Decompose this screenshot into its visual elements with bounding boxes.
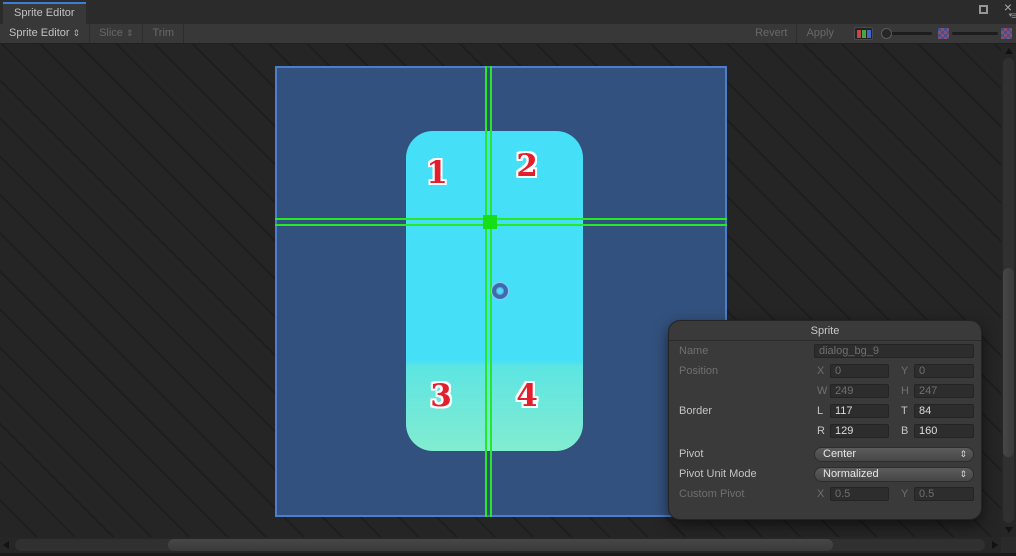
tab-sprite-editor[interactable]: Sprite Editor [3, 2, 86, 24]
sprite-editor-mode-dropdown[interactable]: Sprite Editor ⇕ [0, 24, 91, 43]
border-lt-row: Border L T [669, 401, 981, 421]
red-channel-icon [856, 29, 861, 38]
width-input [830, 384, 889, 398]
scroll-right-arrow-icon[interactable] [992, 541, 998, 549]
pivot-unit-mode-row: Pivot Unit Mode Normalized ⇕ [669, 464, 981, 484]
border-guide-top[interactable] [275, 218, 727, 220]
custom-pivot-x-label: X [817, 488, 825, 500]
pivot-marker[interactable] [492, 283, 508, 299]
quadrant-label-2: 2 [516, 148, 538, 184]
custom-pivot-y-input [914, 487, 974, 501]
sprite-editor-window: Sprite Editor × ▾≡ Sprite Editor ⇕ Slice ⇕… [0, 0, 1016, 556]
pivot-unit-mode-dropdown[interactable]: Normalized ⇕ [814, 466, 974, 482]
border-rb-row: R B [669, 421, 981, 441]
border-corner-handle[interactable] [483, 215, 497, 229]
position-row: Position X Y [669, 361, 981, 381]
mip-level-small-icon [938, 28, 949, 39]
pivot-row: Pivot Center ⇕ [669, 444, 981, 464]
sprite-panel: Sprite Name Position X Y W [668, 320, 982, 520]
scroll-down-arrow-icon[interactable] [1005, 527, 1013, 533]
position-x-input [830, 364, 889, 378]
height-input [914, 384, 974, 398]
custom-pivot-y-label: Y [901, 488, 909, 500]
pivot-unit-mode-label: Pivot Unit Mode [679, 468, 757, 480]
name-row: Name [669, 341, 981, 361]
apply-button: Apply [806, 27, 834, 39]
r-label: R [817, 425, 825, 437]
custom-pivot-label: Custom Pivot [679, 488, 745, 500]
border-top-input[interactable] [914, 404, 974, 418]
name-label: Name [679, 345, 709, 357]
toolbar: Sprite Editor ⇕ Slice ⇕ Trim Revert Apply [0, 24, 1016, 44]
horizontal-scrollbar[interactable] [0, 537, 1001, 553]
updown-caret-icon: ⇕ [959, 448, 967, 459]
t-label: T [901, 405, 908, 417]
pivot-dropdown[interactable]: Center ⇕ [814, 446, 974, 462]
scroll-left-arrow-icon[interactable] [3, 541, 9, 549]
horizontal-scrollbar-thumb[interactable] [168, 539, 833, 551]
border-right-input[interactable] [830, 424, 889, 438]
h-label: H [901, 385, 909, 397]
slice-dropdown: Slice ⇕ [90, 24, 144, 43]
l-label: L [817, 405, 824, 417]
vertical-scrollbar-thumb[interactable] [1003, 268, 1014, 457]
scroll-up-arrow-icon[interactable] [1005, 48, 1013, 54]
mip-level-large-icon [1001, 28, 1012, 39]
vertical-scrollbar[interactable] [1001, 44, 1016, 537]
name-input [814, 344, 974, 358]
blue-channel-icon [866, 29, 871, 38]
custom-pivot-row: Custom Pivot X Y [669, 484, 981, 504]
border-guide-left[interactable] [485, 66, 487, 517]
mip-slider-track[interactable] [952, 32, 998, 35]
trim-button: Trim [143, 24, 185, 43]
w-label: W [817, 385, 828, 397]
zoom-slider-track[interactable] [881, 28, 932, 39]
titlebar: Sprite Editor × ▾≡ [0, 0, 1016, 24]
green-channel-icon [861, 29, 866, 38]
size-row: W H [669, 381, 981, 401]
custom-pivot-x-input [830, 487, 889, 501]
maximize-icon[interactable] [979, 5, 988, 14]
hamburger-icon: ≡ [1011, 11, 1016, 22]
pane-menu-button[interactable]: ▾≡ [1009, 11, 1016, 22]
panel-title: Sprite [669, 322, 981, 341]
border-label: Border [679, 405, 713, 417]
zoom-slider-knob[interactable] [881, 28, 892, 39]
border-guide-bottom[interactable] [275, 224, 727, 226]
pivot-label: Pivot [679, 448, 704, 460]
border-left-input[interactable] [830, 404, 889, 418]
position-y-input [914, 364, 974, 378]
toolbar-right-group: Revert Apply [746, 24, 1016, 43]
sprite-canvas[interactable]: 1 2 3 4 Sprite Name Position X [0, 44, 1001, 537]
b-label: B [901, 425, 909, 437]
quadrant-label-3: 3 [430, 378, 452, 414]
border-bottom-input[interactable] [914, 424, 974, 438]
position-label: Position [679, 365, 719, 377]
y-label: Y [901, 365, 909, 377]
scrollbar-corner [1001, 537, 1016, 553]
revert-button: Revert [746, 24, 798, 43]
quadrant-label-4: 4 [516, 378, 538, 414]
quadrant-label-1: 1 [426, 155, 448, 191]
updown-caret-icon: ⇕ [72, 28, 81, 38]
x-label: X [817, 365, 825, 377]
rgb-channels-button[interactable] [854, 27, 873, 40]
updown-caret-icon: ⇕ [125, 28, 134, 38]
updown-caret-icon: ⇕ [959, 468, 967, 479]
toolbar-left-group: Sprite Editor ⇕ Slice ⇕ Trim [0, 24, 185, 43]
